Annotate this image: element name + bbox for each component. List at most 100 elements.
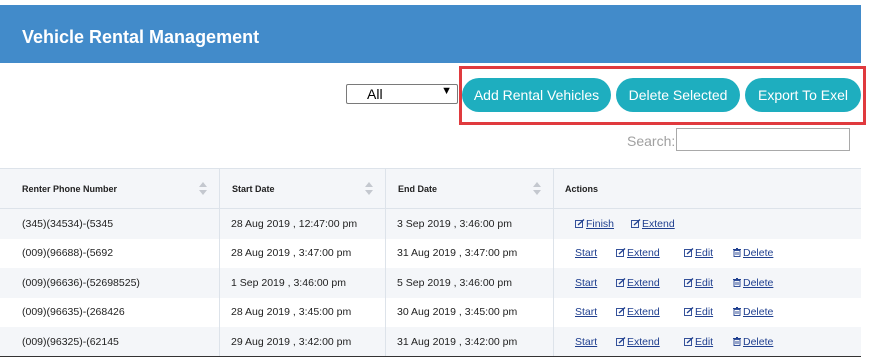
delete-icon (732, 248, 742, 258)
table-row: (345)(34534)-(5345 28 Aug 2019 , 12:47:00… (0, 209, 861, 239)
edit-icon (684, 307, 694, 317)
column-header-end-date[interactable]: End Date (386, 169, 554, 209)
actions-cell: Finish Extend (554, 209, 861, 239)
action-label: Extend (627, 306, 660, 319)
start-date-cell: 28 Aug 2019 , 12:47:00 pm (220, 209, 386, 239)
extend-icon (616, 248, 626, 258)
action-label: Delete (743, 335, 774, 348)
delete-icon (732, 307, 742, 317)
table-row: (009)(96636)-(52698525) 1 Sep 2019 , 3:46… (0, 268, 861, 298)
end-date-cell: 31 Aug 2019 , 3:47:00 pm (386, 238, 554, 268)
table-header: Renter Phone Number Start Date End Date … (0, 169, 861, 209)
extend-link[interactable]: Extend (616, 336, 660, 348)
page-title: Vehicle Rental Management (22, 27, 260, 47)
add-rental-vehicles-button[interactable]: Add Rental Vehicles (462, 78, 611, 112)
table-row: (009)(96635)-(268426 28 Aug 2019 , 3:45:0… (0, 297, 861, 328)
end-date-cell: 3 Sep 2019 , 3:46:00 pm (386, 209, 554, 239)
end-date-cell: 30 Aug 2019 , 3:45:00 pm (386, 297, 554, 327)
column-header-start-date[interactable]: Start Date (220, 169, 386, 209)
start-date-cell: 29 Aug 2019 , 3:42:00 pm (220, 327, 386, 357)
start-date-cell: 1 Sep 2019 , 3:46:00 pm (220, 268, 386, 298)
table-row: (009)(96325)-(62145 29 Aug 2019 , 3:42:00… (0, 327, 861, 357)
start-link[interactable]: Start (575, 306, 597, 318)
extend-icon (631, 218, 641, 228)
delete-icon (732, 277, 742, 287)
action-label: Start (575, 335, 598, 348)
actions-cell: Start Extend Edit Delete (554, 268, 861, 298)
delete-link[interactable]: Delete (732, 277, 773, 289)
delete-icon (732, 336, 742, 346)
delete-selected-button[interactable]: Delete Selected (616, 78, 740, 112)
action-label: Delete (743, 247, 774, 260)
actions-cell: Start Extend Edit Delete (554, 327, 861, 357)
phone-cell: (009)(96688)-(5692 (0, 238, 220, 268)
table-bottom-border (0, 356, 861, 357)
edit-link[interactable]: Edit (684, 336, 713, 348)
edit-icon (684, 277, 694, 287)
actions-cell: Start Extend Edit Delete (554, 298, 861, 328)
edit-link[interactable]: Edit (684, 306, 713, 318)
export-to-excel-button[interactable]: Export To Exel (745, 78, 861, 112)
column-header-actions: Actions (554, 169, 861, 209)
table-row: (009)(96688)-(5692 28 Aug 2019 , 3:47:00 … (0, 238, 861, 269)
action-label: Extend (627, 335, 660, 348)
sort-icon (199, 182, 207, 196)
delete-link[interactable]: Delete (732, 247, 773, 259)
extend-icon (616, 277, 626, 287)
page-header: Vehicle Rental Management (0, 5, 861, 63)
phone-cell: (345)(34534)-(5345 (0, 209, 220, 239)
start-link[interactable]: Start (575, 277, 597, 289)
action-label: Edit (695, 276, 714, 289)
end-date-cell: 5 Sep 2019 , 3:46:00 pm (386, 268, 554, 298)
search-input[interactable] (676, 128, 850, 151)
extend-link[interactable]: Extend (631, 218, 675, 230)
action-label: Delete (743, 276, 774, 289)
edit-icon (684, 336, 694, 346)
edit-link[interactable]: Edit (684, 277, 713, 289)
extend-icon (616, 307, 626, 317)
start-link[interactable]: Start (575, 336, 597, 348)
action-label: Delete (743, 306, 774, 319)
column-header-phone[interactable]: Renter Phone Number (0, 169, 220, 209)
action-label: Edit (695, 247, 714, 260)
table-body: (345)(34534)-(5345 28 Aug 2019 , 12:47:00… (0, 209, 861, 357)
action-label: Extend (627, 247, 660, 260)
action-label: Extend (627, 276, 660, 289)
action-label: Start (575, 247, 598, 260)
start-date-cell: 28 Aug 2019 , 3:45:00 pm (220, 297, 386, 327)
action-label: Extend (642, 217, 675, 230)
actions-cell: Start Extend Edit Delete (554, 239, 861, 269)
action-label: Finish (586, 217, 615, 230)
phone-cell: (009)(96635)-(268426 (0, 297, 220, 327)
start-link[interactable]: Start (575, 247, 597, 259)
dropdown-arrow-icon: ▼ (441, 85, 452, 97)
delete-link[interactable]: Delete (732, 336, 773, 348)
start-date-cell: 28 Aug 2019 , 3:47:00 pm (220, 238, 386, 268)
action-label: Start (575, 276, 598, 289)
edit-icon (684, 248, 694, 258)
rentals-table: Renter Phone Number Start Date End Date … (0, 168, 861, 357)
phone-cell: (009)(96325)-(62145 (0, 327, 220, 357)
delete-link[interactable]: Delete (732, 306, 773, 318)
sort-icon (533, 182, 541, 196)
action-label: Edit (695, 306, 714, 319)
end-date-cell: 31 Aug 2019 , 3:42:00 pm (386, 327, 554, 357)
finish-link[interactable]: Finish (575, 218, 614, 230)
sort-icon (365, 182, 373, 196)
extend-link[interactable]: Extend (616, 247, 660, 259)
page: Vehicle Rental Management All ▼ Add Rent… (0, 0, 896, 363)
finish-icon (575, 218, 585, 228)
action-label: Start (575, 306, 598, 319)
search-label: Search: (627, 133, 676, 149)
extend-link[interactable]: Extend (616, 306, 660, 318)
column-header-label: Start Date (232, 184, 275, 194)
column-header-label: End Date (398, 184, 438, 194)
extend-icon (616, 336, 626, 346)
filter-select[interactable]: All ▼ (346, 84, 458, 104)
phone-cell: (009)(96636)-(52698525) (0, 268, 220, 298)
column-header-label: Renter Phone Number (22, 184, 118, 194)
edit-link[interactable]: Edit (684, 247, 713, 259)
filter-select-value: All (367, 86, 383, 102)
action-label: Edit (695, 335, 714, 348)
extend-link[interactable]: Extend (616, 277, 660, 289)
